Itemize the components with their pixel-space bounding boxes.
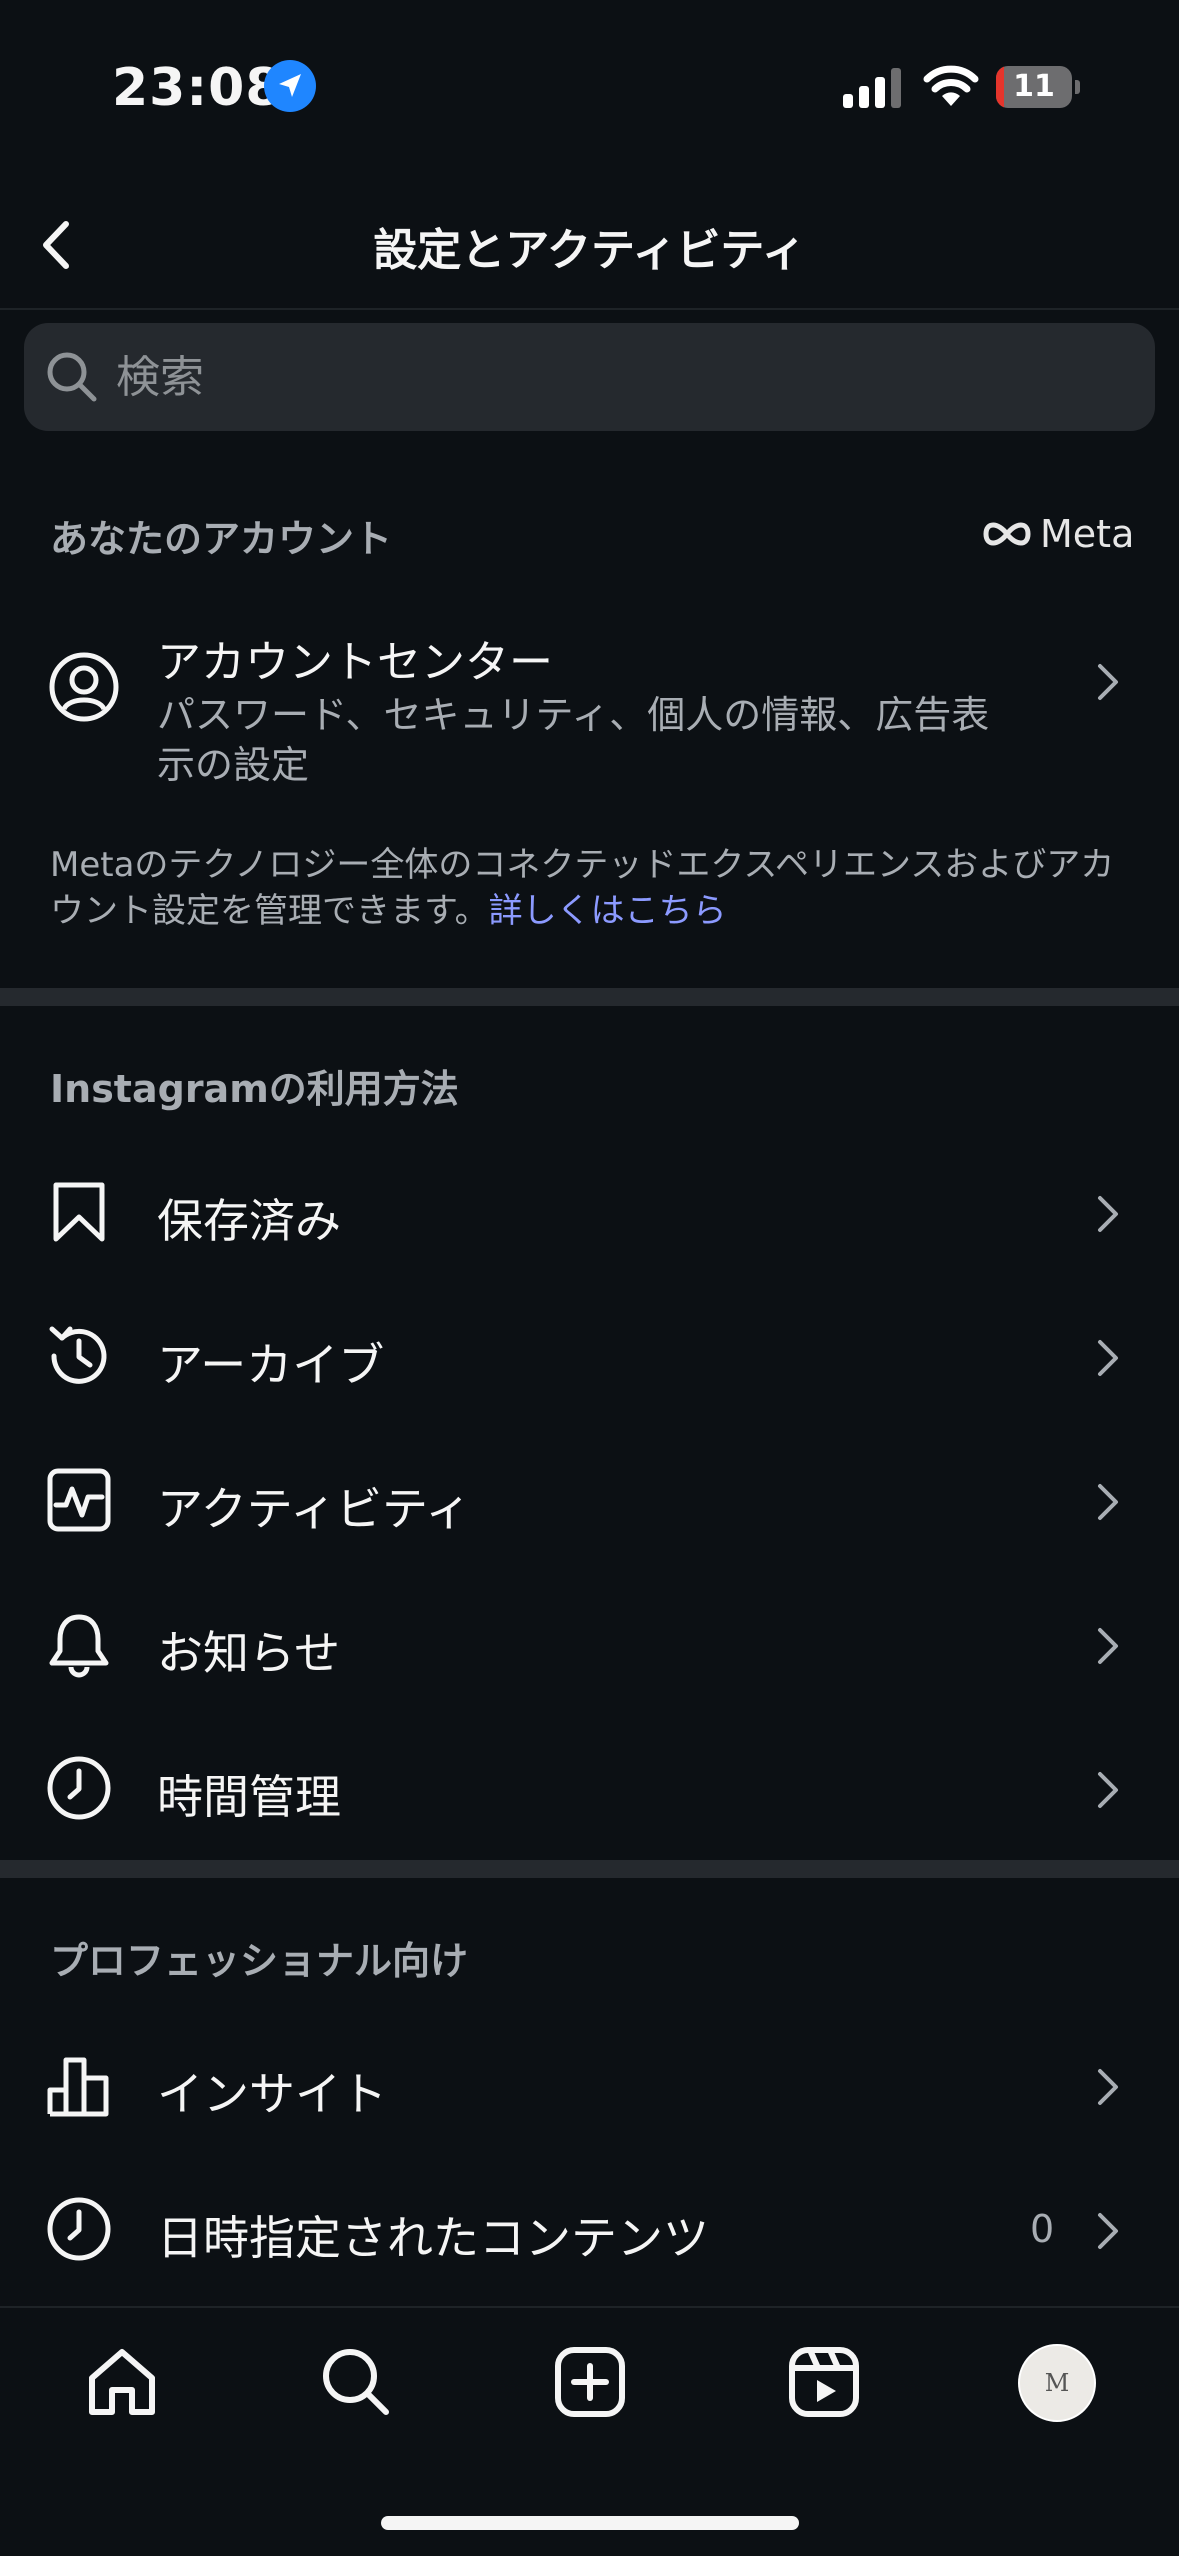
clock-icon [47, 2197, 111, 2261]
status-time: 23:08 [112, 58, 283, 118]
row-notifications[interactable]: お知らせ [0, 1574, 1179, 1714]
chevron-right-icon [1098, 2213, 1118, 2249]
scheduled-count: 0 [1030, 2207, 1055, 2251]
section-divider [0, 988, 1179, 1006]
bell-icon [49, 1614, 109, 1678]
learn-more-link[interactable]: 詳しくはこちら [489, 891, 727, 931]
create-icon[interactable] [550, 2342, 630, 2422]
chevron-right-icon [1098, 1340, 1118, 1376]
section-divider [0, 1860, 1179, 1878]
chevron-right-icon [1098, 2069, 1118, 2105]
row-label: アーカイブ [157, 1338, 385, 1392]
home-icon[interactable] [82, 2342, 162, 2422]
account-center-subtitle: パスワード、セキュリティ、個人の情報、広告表示の設定 [157, 693, 990, 787]
row-saved[interactable]: 保存済み [0, 1142, 1179, 1282]
chevron-right-icon [1098, 664, 1118, 700]
search-input[interactable] [116, 343, 1116, 411]
chevron-right-icon [1098, 1196, 1118, 1232]
activity-icon [47, 1468, 111, 1532]
account-center-title: アカウントセンター [157, 637, 553, 688]
profile-avatar[interactable]: M [1018, 2344, 1096, 2422]
battery-level: 11 [1013, 69, 1055, 104]
nav-header: 設定とアクティビティ [0, 200, 1179, 310]
reels-icon[interactable] [784, 2342, 864, 2422]
row-activity[interactable]: アクティビティ [0, 1430, 1179, 1570]
section-heading-account: あなたのアカウント [50, 517, 393, 561]
account-description: Metaのテクノロジー全体のコネクテッドエクスペリエンスおよびアカウント設定を管… [50, 842, 1140, 934]
row-archive[interactable]: アーカイブ [0, 1286, 1179, 1426]
row-label: アクティビティ [157, 1482, 472, 1536]
meta-infinity-icon [983, 522, 1031, 546]
row-label: インサイト [157, 2067, 387, 2121]
row-scheduled-content[interactable]: 日時指定されたコンテンツ 0 [0, 2159, 1179, 2299]
page-title: 設定とアクティビティ [373, 225, 806, 276]
status-bar: 23:08 11 [0, 0, 1179, 170]
wifi-icon [923, 65, 979, 106]
search-bar[interactable] [24, 323, 1155, 431]
bookmark-icon [53, 1182, 105, 1242]
chevron-right-icon [1098, 1484, 1118, 1520]
account-center-row[interactable]: アカウントセンター パスワード、セキュリティ、個人の情報、広告表示の設定 [0, 610, 1179, 810]
clock-icon [47, 1756, 111, 1820]
row-label: 時間管理 [157, 1770, 341, 1824]
home-indicator [381, 2516, 799, 2530]
row-time-management[interactable]: 時間管理 [0, 1718, 1179, 1858]
cellular-signal-icon [843, 68, 901, 108]
chevron-right-icon [1098, 1772, 1118, 1808]
row-insights[interactable]: インサイト [0, 2015, 1179, 2155]
search-icon[interactable] [316, 2342, 396, 2422]
section-heading-usage: Instagramの利用方法 [50, 1067, 459, 1111]
bar-chart-icon [47, 2057, 109, 2117]
row-label: お知らせ [157, 1626, 341, 1680]
chevron-right-icon [1098, 1628, 1118, 1664]
location-arrow-icon [264, 60, 316, 112]
user-circle-icon [49, 652, 119, 722]
section-heading-pro: プロフェッショナル向け [50, 1939, 469, 1983]
row-label: 保存済み [157, 1194, 341, 1248]
search-icon [47, 352, 97, 402]
archive-history-icon [49, 1326, 107, 1384]
row-label: 日時指定されたコンテンツ [157, 2211, 709, 2265]
battery-indicator: 11 [996, 66, 1080, 108]
meta-logo: Meta [978, 512, 1134, 556]
meta-logo-text: Meta [1040, 512, 1135, 556]
